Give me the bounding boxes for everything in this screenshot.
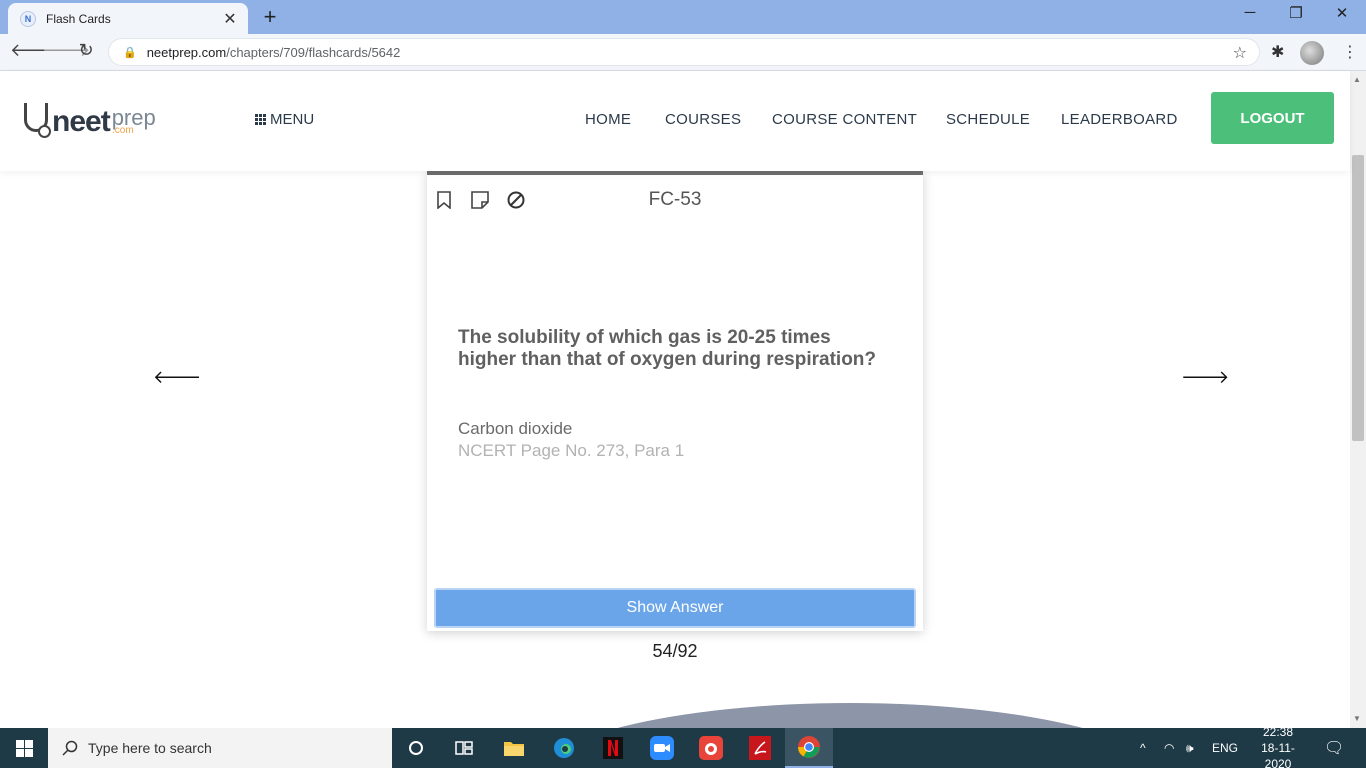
address-bar[interactable]: 🔒 neetprep.com/chapters/709/flashcards/5…: [108, 38, 1260, 66]
nav-course-content[interactable]: COURSE CONTENT: [772, 111, 917, 128]
logo-neet-text: neet: [52, 105, 111, 138]
window-close-button[interactable]: ✕: [1322, 4, 1362, 22]
extensions-puzzle-icon[interactable]: ✱: [1271, 42, 1284, 62]
task-view-icon[interactable]: [450, 734, 478, 762]
show-hidden-icons[interactable]: ^: [1140, 728, 1146, 768]
file-explorer-icon[interactable]: [500, 734, 528, 762]
site-header: neet prep .com MENU HOME COURSES COURSE …: [0, 71, 1350, 171]
lock-icon: 🔒: [123, 46, 137, 59]
tab-title: Flash Cards: [46, 11, 111, 26]
clock[interactable]: 22:38 18-11-2020: [1250, 725, 1306, 768]
flashcard-question: The solubility of which gas is 20-25 tim…: [458, 327, 877, 370]
back-arrow-icon[interactable]: 🡐: [10, 40, 58, 61]
windows-logo-icon: [15, 739, 33, 757]
chrome-taskbar-icon[interactable]: [785, 728, 833, 768]
new-tab-button[interactable]: +: [258, 4, 282, 30]
nav-home[interactable]: HOME: [585, 111, 631, 128]
decorative-shape: [530, 703, 1170, 728]
maximize-button[interactable]: ❐: [1276, 4, 1316, 22]
forward-arrow-icon[interactable]: 🡒: [42, 40, 90, 61]
flashcard-area: 🡐 🡒 FC-53 The solubility of which gas is…: [0, 171, 1350, 728]
windows-start-button[interactable]: [0, 728, 48, 768]
tab-close-icon[interactable]: ✕: [222, 9, 238, 29]
bookmark-star-icon[interactable]: ☆: [1233, 43, 1247, 63]
flashcard: FC-53 The solubility of which gas is 20-…: [427, 171, 923, 631]
nav-courses[interactable]: COURSES: [665, 111, 741, 128]
page-scrollbar[interactable]: ▲ ▼: [1350, 71, 1366, 728]
browser-toolbar: 🡐 🡒 ↻ 🔒 neetprep.com/chapters/709/flashc…: [0, 34, 1366, 71]
flashcard-id: FC-53: [648, 189, 702, 210]
clock-date: 18-11-2020: [1261, 741, 1295, 768]
logo-com-text: .com: [112, 125, 134, 136]
volume-icon[interactable]: 🕪: [1186, 728, 1194, 768]
menu-label: MENU: [270, 111, 315, 128]
previous-arrow-icon[interactable]: 🡐: [153, 367, 201, 388]
url-host: neetprep.com: [146, 44, 227, 60]
stethoscope-icon: [20, 99, 52, 139]
card-counter: 54/92: [652, 641, 698, 661]
nav-schedule[interactable]: SCHEDULE: [946, 111, 1030, 128]
show-answer-button[interactable]: Show Answer: [434, 588, 916, 628]
logout-button[interactable]: LOGOUT: [1211, 92, 1334, 144]
notifications-icon[interactable]: 🗨: [1324, 728, 1344, 768]
grid-menu-icon: [255, 114, 266, 125]
language-indicator[interactable]: ENG: [1212, 728, 1238, 768]
menu-button[interactable]: MENU: [255, 111, 314, 128]
windows-taskbar: Type here to search ^ ◠ 🕪 ENG 22:38 18-1…: [0, 725, 1366, 768]
acrobat-icon[interactable]: [746, 734, 774, 762]
taskbar-search-box[interactable]: Type here to search: [48, 728, 392, 768]
flashcard-answer: Carbon dioxide: [458, 419, 573, 438]
flashcard-reference: NCERT Page No. 273, Para 1: [458, 441, 685, 460]
edge-icon[interactable]: [550, 734, 578, 762]
zoom-icon[interactable]: [648, 734, 676, 762]
search-placeholder: Type here to search: [88, 740, 212, 756]
scroll-down-icon[interactable]: ▼: [1353, 714, 1361, 723]
nav-leaderboard[interactable]: LEADERBOARD: [1061, 111, 1178, 128]
scroll-up-icon[interactable]: ▲: [1353, 75, 1361, 84]
url-text: neetprep.com/chapters/709/flashcards/564…: [147, 45, 401, 60]
neetprep-favicon-icon: N: [20, 10, 36, 27]
url-path: /chapters/709/flashcards/5642: [226, 44, 401, 60]
clock-time: 22:38: [1262, 725, 1294, 739]
cortana-icon[interactable]: [402, 734, 430, 762]
minimize-button[interactable]: ─: [1230, 4, 1270, 21]
browser-tab-strip: N Flash Cards ✕ + ─ ❐ ✕: [0, 0, 1366, 34]
next-arrow-icon[interactable]: 🡒: [1181, 367, 1229, 388]
neetprep-logo[interactable]: neet prep .com: [20, 99, 156, 139]
search-icon: [62, 740, 78, 756]
browser-menu-icon[interactable]: ⋮: [1342, 42, 1358, 62]
browser-tab[interactable]: N Flash Cards ✕: [8, 3, 248, 34]
netflix-icon[interactable]: [599, 734, 627, 762]
profile-avatar[interactable]: [1300, 41, 1324, 65]
wifi-icon[interactable]: ◠: [1164, 728, 1174, 768]
scrollbar-thumb[interactable]: [1352, 155, 1364, 441]
camera-app-icon[interactable]: [697, 734, 725, 762]
reload-icon[interactable]: ↻: [74, 40, 98, 61]
